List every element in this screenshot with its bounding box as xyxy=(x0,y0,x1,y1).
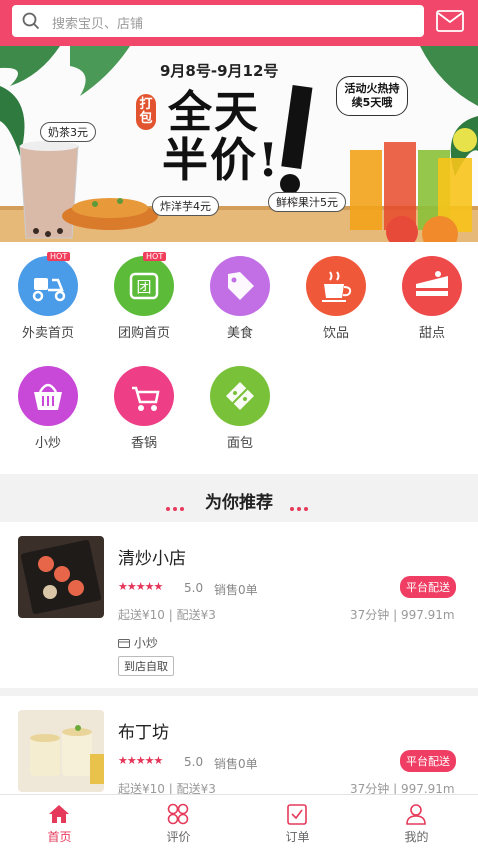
tab-orders[interactable]: 订单 xyxy=(238,795,357,850)
shop-photo xyxy=(18,710,104,792)
home-icon xyxy=(49,805,69,823)
hot-badge: HOT xyxy=(47,252,71,261)
user-icon xyxy=(406,804,426,825)
rating-score: 5.0 xyxy=(184,581,204,595)
order-icon xyxy=(287,804,307,825)
delivery-fee: 起送¥10 | 配送¥3 xyxy=(118,608,216,622)
shop-card[interactable]: 布丁坊 ★★★★★ 5.0 销售0单 平台配送 起送¥10 | 配送¥3 37分… xyxy=(0,696,478,796)
svg-text:团: 团 xyxy=(136,278,151,296)
stroller-icon xyxy=(114,366,174,426)
bottom-nav: 首页 评价 订单 我的 xyxy=(0,794,478,850)
banner-tag-fries: 炸洋芋4元 xyxy=(152,196,219,216)
category-xiangguo[interactable]: 香锅 xyxy=(99,354,189,454)
category-label: 团购首页 xyxy=(117,326,170,341)
shop-category-label: 小炒 xyxy=(133,636,158,650)
section-title: 为你推荐 xyxy=(205,493,273,513)
banner-tag-milk-tea: 奶茶3元 xyxy=(40,122,96,142)
scooter-icon xyxy=(18,256,78,316)
mail-icon[interactable] xyxy=(436,10,464,32)
sales-count: 销售0单 xyxy=(214,757,258,771)
shop-card[interactable]: 清炒小店 ★★★★★ 5.0 销售0单 平台配送 起送¥10 | 配送¥3 37… xyxy=(0,522,478,688)
banner-tag-juice: 鲜榨果汁5元 xyxy=(268,192,346,212)
pickup-tag: 到店自取 xyxy=(118,656,174,676)
tab-reviews[interactable]: 评价 xyxy=(119,795,238,850)
search-input[interactable]: 搜索宝贝、店铺 xyxy=(12,5,424,37)
category-label: 饮品 xyxy=(322,326,349,341)
category-label: 香锅 xyxy=(130,436,157,451)
category-label: 面包 xyxy=(226,436,253,451)
delivery-badge: 平台配送 xyxy=(400,750,456,772)
category-label: 甜点 xyxy=(418,326,445,341)
category-label: 美食 xyxy=(226,326,253,341)
shop-category: 小炒 xyxy=(118,634,158,651)
category-meishi[interactable]: 美食 xyxy=(195,244,285,344)
category-waimai[interactable]: HOT 外卖首页 xyxy=(3,244,93,344)
tab-mine[interactable]: 我的 xyxy=(357,795,476,850)
sales-count: 销售0单 xyxy=(214,583,258,597)
tag-icon xyxy=(210,256,270,316)
decor-dots-right xyxy=(288,496,309,515)
rating-score: 5.0 xyxy=(184,755,204,769)
banner-title-line2: 半价! xyxy=(162,133,281,187)
shop-photo xyxy=(18,536,104,618)
price-tag-icon xyxy=(210,366,270,426)
category-xiaochao[interactable]: 小炒 xyxy=(3,354,93,454)
shop-category-icon xyxy=(118,639,130,648)
hot-badge: HOT xyxy=(143,252,167,261)
tab-label: 首页 xyxy=(47,830,72,844)
top-bar: 搜索宝贝、店铺 xyxy=(0,0,478,46)
tab-label: 评价 xyxy=(166,830,191,844)
recommend-section-header: 为你推荐 xyxy=(0,476,478,520)
category-yinpin[interactable]: 饮品 xyxy=(291,244,381,344)
category-label: 小炒 xyxy=(34,436,61,451)
grid-icon xyxy=(167,803,189,825)
category-tiandian[interactable]: 甜点 xyxy=(387,244,477,344)
shop-name: 清炒小店 xyxy=(118,549,186,569)
coffee-cup-icon xyxy=(306,256,366,316)
category-mianbao[interactable]: 面包 xyxy=(195,354,285,454)
star-rating-icon: ★★★★★ xyxy=(118,754,163,767)
promo-banner[interactable]: 9月8号-9月12号 打包 全天 半价! 活动火热持续5天哦 奶茶3元 炸洋芋4… xyxy=(0,46,478,242)
banner-promo-note: 活动火热持续5天哦 xyxy=(336,76,408,116)
shop-name: 布丁坊 xyxy=(118,723,169,743)
basket-icon xyxy=(18,366,78,426)
delivery-time-distance: 37分钟 | 997.91m xyxy=(350,608,455,622)
star-rating-icon: ★★★★★ xyxy=(118,580,163,593)
tab-label: 我的 xyxy=(404,830,429,844)
category-grid: HOT 外卖首页 团 HOT 团购首页 美食 饮品 甜点 小炒 香锅 面包 xyxy=(0,242,478,474)
search-placeholder: 搜索宝贝、店铺 xyxy=(52,17,144,32)
cake-icon xyxy=(402,256,462,316)
delivery-badge: 平台配送 xyxy=(400,576,456,598)
tab-home[interactable]: 首页 xyxy=(0,795,119,850)
category-label: 外卖首页 xyxy=(21,326,74,341)
banner-dabao-badge: 打包 xyxy=(136,94,156,130)
search-icon xyxy=(22,12,40,30)
tab-label: 订单 xyxy=(285,830,310,844)
category-tuangou[interactable]: 团 HOT 团购首页 xyxy=(99,244,189,344)
group-buy-icon: 团 xyxy=(114,256,174,316)
